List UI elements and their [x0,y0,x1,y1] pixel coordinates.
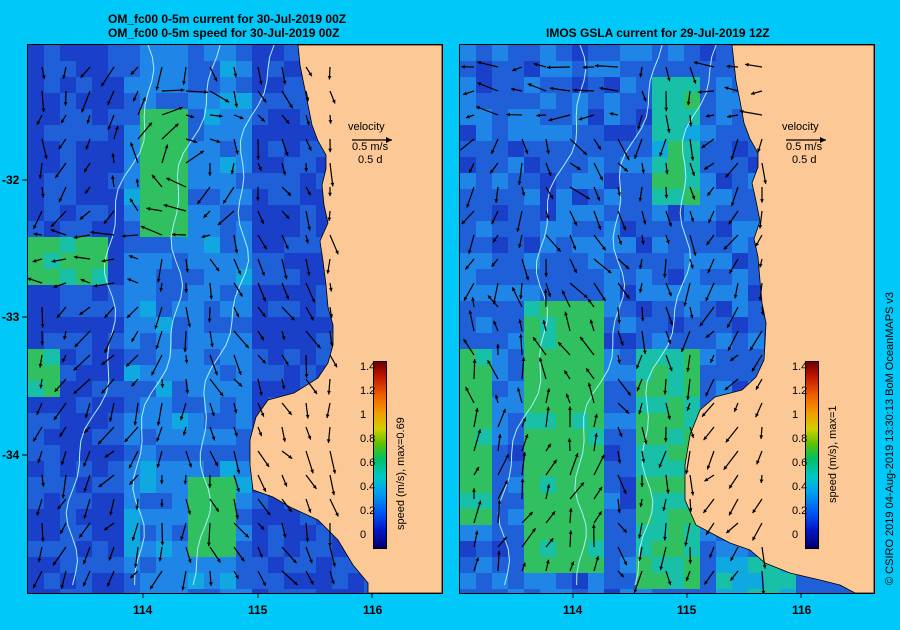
lon-label-left-114: 114 [133,603,153,617]
colorbar-tick-label: 1 [792,409,799,421]
right-colorbar-label: speed (m/s), max=1 [827,405,839,503]
left-panel-title-1: OM_fc00 0-5m current for 30-Jul-2019 00Z [108,12,347,26]
left-map-panel: velocity 0.5 m/s 0.5 d speed (m/s), max=… [27,44,443,594]
lon-label-left-115: 115 [248,603,268,617]
right-legend-days: 0.5 d [792,154,817,166]
colorbar-tick-label: 0 [792,529,799,541]
colorbar-tick-label: 0.8 [792,433,808,445]
left-legend-speed: 0.5 m/s [352,141,389,153]
right-map-panel: velocity 0.5 m/s 0.5 d speed (m/s), max=… [459,44,875,594]
right-legend-speed: 0.5 m/s [786,141,823,153]
right-legend-title: velocity [782,121,819,133]
lat-label-33: -33 [2,310,20,324]
lon-label-right-114: 114 [563,603,583,617]
left-panel-title-2: OM_fc00 0-5m speed for 30-Jul-2019 00Z [108,26,340,40]
colorbar-tick-label: 0.6 [792,457,808,469]
colorbar-tick-label: 0.6 [360,457,376,469]
colorbar-tick-label: 0.4 [360,481,376,493]
right-panel-title: IMOS GSLA current for 29-Jul-2019 12Z [546,26,770,40]
lat-label-32: -32 [2,173,20,187]
lon-label-right-115: 115 [677,603,697,617]
left-colorbar-label: speed (m/s), max=0.69 [395,417,407,530]
credit-text: © CSIRO 2019 04-Aug-2019 13:30:13 BoM Oc… [884,291,896,585]
colorbar-tick-label: 1 [360,409,367,421]
lon-label-left-116: 116 [363,603,383,617]
colorbar-tick-label: 0.2 [360,505,376,517]
colorbar-tick-label: 0.4 [792,481,808,493]
left-legend-title: velocity [348,121,385,133]
colorbar-tick-label: 1.2 [360,385,376,397]
colorbar-tick-label: 0.8 [360,433,376,445]
lat-label-34: -34 [2,448,20,462]
colorbar-tick-label: 1.4 [360,361,376,373]
colorbar-tick-label: 1.4 [792,361,808,373]
colorbar-tick-label: 0.2 [792,505,808,517]
colorbar-tick-label: 1.2 [792,385,808,397]
colorbar-tick-label: 0 [360,529,367,541]
lon-label-right-116: 116 [792,603,812,617]
left-legend-days: 0.5 d [358,154,383,166]
